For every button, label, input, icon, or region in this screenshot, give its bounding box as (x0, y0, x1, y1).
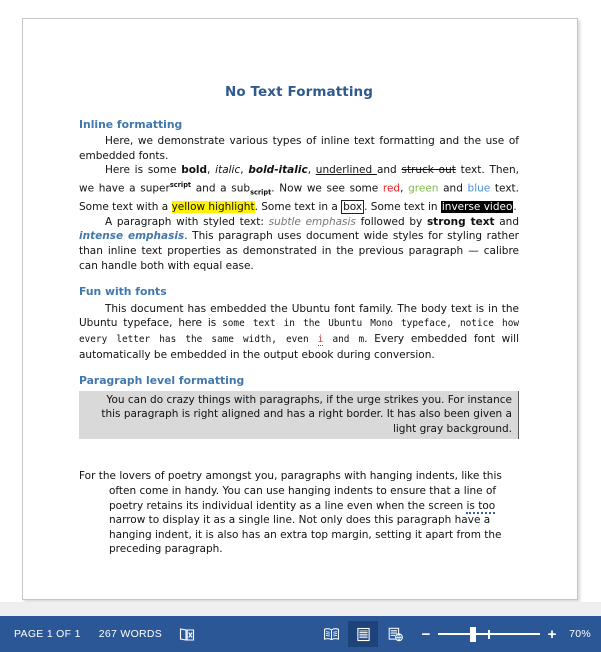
page-sheet[interactable]: No Text Formatting Inline formatting Her… (22, 18, 578, 600)
inverse-video-sample: inverse video (440, 201, 514, 214)
subtle-emphasis-sample: subtle emphasis (268, 215, 356, 228)
status-bar: PAGE 1 OF 1 267 WORDS − + 70% (0, 616, 601, 652)
intense-emphasis-sample: intense emphasis (79, 230, 185, 243)
underlined-sample: underlined (315, 164, 377, 177)
text-run: . (513, 201, 517, 214)
document-title: No Text Formatting (224, 84, 374, 100)
boxed-text-sample: box (341, 200, 365, 215)
red-text-sample: red (382, 182, 401, 195)
paragraph-inline-samples: Here is some bold, italic, bold-italic, … (79, 163, 519, 215)
paragraph-fonts: This document has embedded the Ubuntu fo… (79, 302, 519, 362)
strikethrough-sample: struck out (401, 164, 456, 177)
text-run: and (494, 215, 519, 228)
paragraph-styled-text: A paragraph with styled text: subtle emp… (79, 215, 519, 273)
bold-sample: bold (181, 164, 208, 177)
view-button-read-mode[interactable] (316, 621, 346, 647)
grammar-flagged-text: is too (466, 499, 496, 514)
zoom-out-button[interactable]: − (419, 627, 433, 642)
subscript-sample: script (250, 188, 272, 197)
page-body[interactable]: No Text Formatting Inline formatting Her… (79, 85, 519, 557)
paragraph-intro: Here, we demonstrate various types of in… (79, 134, 519, 163)
zoom-slider-track[interactable] (438, 626, 540, 642)
zoom-slider-thumb[interactable] (470, 627, 476, 642)
blue-text-sample: blue (467, 182, 491, 195)
text-run: For the lovers of poetry amongst you, pa… (79, 470, 502, 512)
status-page-indicator[interactable]: PAGE 1 OF 1 (5, 628, 90, 640)
text-run: , (207, 164, 216, 177)
paragraph-intro-text: Here, we demonstrate various types of in… (79, 135, 519, 162)
zoom-level-label[interactable]: 70% (563, 628, 591, 640)
text-run: and (376, 164, 402, 177)
view-button-web-layout[interactable] (380, 621, 410, 647)
text-run: . Now we see some (271, 182, 383, 195)
superscript-sample: script (169, 180, 192, 189)
strong-text-sample: strong text (426, 215, 495, 228)
mono-text-sample-2: and m (323, 333, 365, 345)
bold-italic-sample: bold-italic (248, 164, 308, 177)
canvas-bottom-margin (0, 602, 601, 616)
status-word-count[interactable]: 267 WORDS (90, 628, 171, 640)
yellow-highlight-sample: yellow highlight (171, 201, 255, 214)
text-run: . Some text in a (254, 201, 342, 214)
heading-inline-formatting: Inline formatting (79, 117, 183, 131)
proofing-errors-icon[interactable] (172, 621, 202, 647)
zoom-in-button[interactable]: + (545, 627, 559, 642)
text-run: followed by (355, 215, 427, 228)
text-run: and a sub (191, 182, 251, 195)
heading-paragraph-level-formatting: Paragraph level formatting (79, 374, 245, 388)
heading-fun-with-fonts: Fun with fonts (79, 285, 167, 299)
italic-sample: italic (215, 164, 241, 177)
zoom-slider-tick-100 (488, 630, 490, 639)
text-run: . Some text in (364, 201, 441, 214)
green-text-sample: green (408, 182, 439, 195)
text-run: Here is some (105, 164, 182, 177)
paragraph-hanging-indent: For the lovers of poetry amongst you, pa… (79, 469, 519, 557)
text-run: narrow to display it as a single line. N… (109, 514, 502, 556)
text-run: A paragraph with styled text: (105, 215, 269, 228)
document-canvas: No Text Formatting Inline formatting Her… (0, 0, 601, 616)
canvas-right-margin (583, 0, 601, 616)
paragraph-gray-right-aligned: You can do crazy things with paragraphs,… (79, 390, 519, 440)
view-button-print-layout[interactable] (348, 621, 378, 647)
text-run: , (307, 164, 316, 177)
text-run: , (400, 182, 409, 195)
zoom-slider-widget[interactable]: − + (419, 626, 559, 642)
text-run: and (438, 182, 468, 195)
